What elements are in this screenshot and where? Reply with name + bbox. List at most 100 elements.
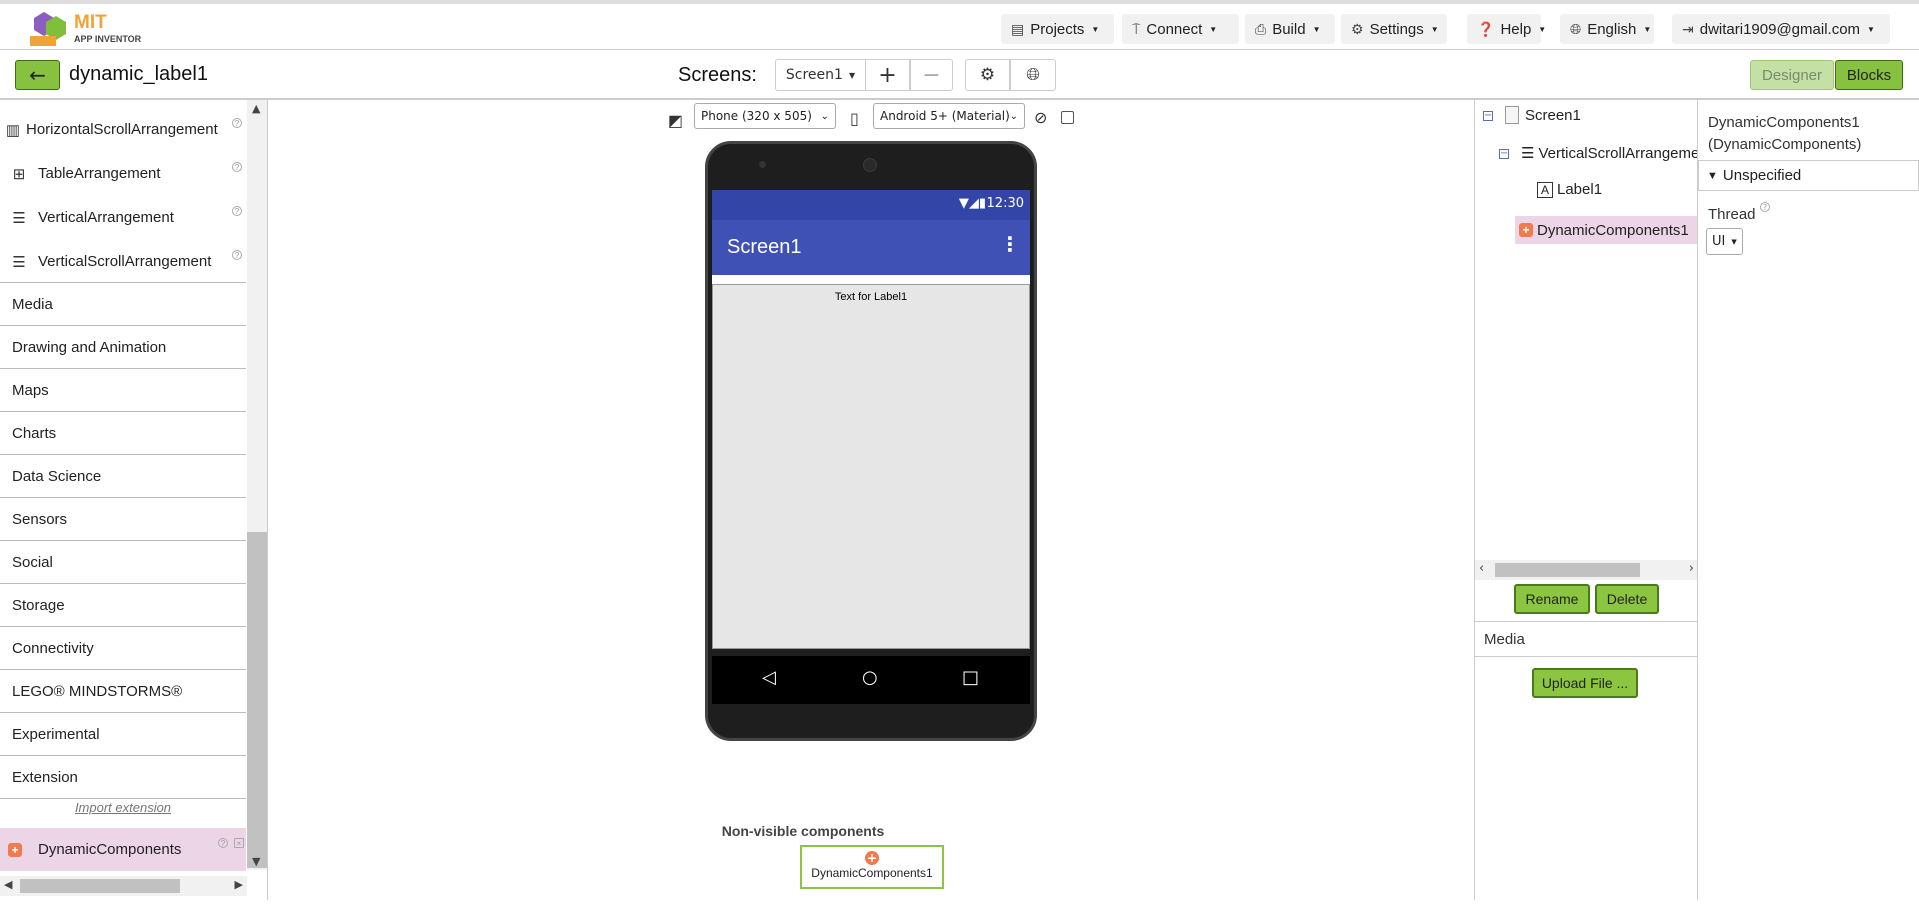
- property-group-unspecified[interactable]: ▼ Unspecified: [1698, 160, 1919, 191]
- category-social[interactable]: Social: [0, 541, 246, 584]
- theme-value: Android 5+ (Material): [880, 109, 1010, 123]
- help-icon[interactable]: ?: [1760, 202, 1770, 212]
- palette-vertical-scrollbar[interactable]: ▲ ▼: [247, 100, 267, 870]
- build-menu[interactable]: ⎙ Build ▼: [1245, 14, 1335, 44]
- thread-select[interactable]: UI ▼: [1706, 228, 1743, 255]
- horizontal-scroll-icon: ▥: [5, 121, 21, 139]
- hidden-components-icon: ⊘: [1034, 108, 1048, 127]
- category-sensors[interactable]: Sensors: [0, 498, 246, 541]
- language-label: English: [1587, 20, 1637, 38]
- scroll-down-icon[interactable]: ▼: [252, 855, 260, 868]
- scroll-left-icon[interactable]: ◀: [4, 878, 12, 891]
- settings-menu[interactable]: ⚙ Settings ▼: [1341, 14, 1447, 44]
- show-hidden-checkbox[interactable]: [1061, 111, 1074, 124]
- tree-node-vertical-scroll-arrangement1[interactable]: ☰ VerticalScrollArrangement1: [1521, 144, 1697, 163]
- account-menu[interactable]: ⇥ dwitari1909@gmail.com ▼: [1672, 14, 1890, 44]
- category-connectivity[interactable]: Connectivity: [0, 627, 246, 670]
- tree-node-label1[interactable]: A Label1: [1537, 181, 1602, 198]
- device-size-select[interactable]: Phone (320 x 505) ⌄: [694, 103, 836, 129]
- scrollbar-thumb[interactable]: [20, 879, 180, 893]
- category-experimental[interactable]: Experimental: [0, 713, 246, 756]
- help-icon[interactable]: ?: [232, 162, 242, 172]
- divider: [1475, 656, 1697, 657]
- publish-button[interactable]: 🌐︎: [1010, 59, 1056, 91]
- category-extension[interactable]: Extension: [0, 756, 246, 799]
- rename-button[interactable]: Rename: [1514, 584, 1590, 614]
- scroll-right-icon[interactable]: ▶: [235, 878, 243, 891]
- collapse-icon[interactable]: −: [1499, 149, 1509, 159]
- category-media[interactable]: Media: [0, 283, 246, 326]
- scroll-right-icon[interactable]: ›: [1689, 561, 1694, 576]
- tablet-size-icon: ◩: [668, 111, 684, 130]
- chevron-down-icon: ⌄: [820, 110, 829, 122]
- import-extension-link[interactable]: Import extension: [0, 800, 246, 815]
- nav-home-icon: ○: [862, 667, 878, 688]
- language-menu[interactable]: 🌐︎ English ▼: [1560, 14, 1654, 44]
- help-menu[interactable]: ❓ Help ▼: [1467, 14, 1546, 44]
- scroll-up-icon[interactable]: ▲: [252, 102, 260, 115]
- help-icon[interactable]: ?: [232, 118, 242, 128]
- category-lego-mindstorms[interactable]: LEGO® MINDSTORMS®: [0, 670, 246, 713]
- projects-label: Projects: [1030, 20, 1085, 38]
- device-size-value: Phone (320 x 505): [701, 109, 812, 123]
- palette-item-table-arrangement[interactable]: ⊞ TableArrangement ?: [0, 152, 246, 195]
- tree-horizontal-scrollbar[interactable]: ‹ ›: [1475, 560, 1697, 580]
- arrow-left-icon: ←: [29, 63, 46, 87]
- projects-menu[interactable]: ▤ Projects ▼: [1001, 14, 1114, 44]
- logo-text-main: MIT: [74, 12, 107, 33]
- top-bar: MIT APP INVENTOR ▤ Projects ▼ ⍑ Connect …: [0, 0, 1919, 50]
- settings-label: Settings: [1369, 20, 1424, 38]
- component-tree: − Screen1 − ☰ VerticalScrollArrangement1…: [1474, 100, 1698, 900]
- designer-button[interactable]: Designer: [1750, 60, 1834, 90]
- nonvisible-components-title: Non-visible components: [721, 823, 885, 839]
- chevron-down-icon: ▼: [1091, 24, 1100, 34]
- blocks-label: Blocks: [1846, 66, 1892, 84]
- connect-menu[interactable]: ⍑ Connect ▼: [1122, 14, 1239, 44]
- screens-label: Screens:: [678, 64, 757, 86]
- delete-button[interactable]: Delete: [1595, 584, 1659, 614]
- designer-label: Designer: [1761, 66, 1823, 84]
- tree-node-screen1[interactable]: Screen1: [1505, 106, 1581, 124]
- palette-item-horizontal-scroll-arrangement[interactable]: ▥ HorizontalScrollArrangement ?: [0, 108, 246, 151]
- category-data-science[interactable]: Data Science: [0, 455, 246, 498]
- blocks-button[interactable]: Blocks: [1835, 60, 1903, 90]
- category-drawing-animation[interactable]: Drawing and Animation: [0, 326, 246, 369]
- add-screen-button[interactable]: +: [865, 59, 910, 91]
- palette-horizontal-scrollbar[interactable]: ◀ ▶: [0, 876, 247, 896]
- collapse-icon[interactable]: −: [1483, 111, 1493, 121]
- screen-select[interactable]: Screen1 ▼: [775, 59, 865, 91]
- remove-screen-button[interactable]: −: [910, 59, 953, 91]
- back-button[interactable]: ←: [15, 60, 60, 90]
- globe-icon: 🌐︎: [1570, 20, 1582, 37]
- component-name: DynamicComponents1: [1708, 114, 1860, 131]
- palette-item-label: DynamicComponents: [38, 841, 182, 858]
- vertical-scroll-arrangement-preview[interactable]: Text for Label1: [712, 284, 1030, 649]
- upload-file-button[interactable]: Upload File ...: [1532, 668, 1638, 698]
- theme-select[interactable]: Android 5+ (Material) ⌄: [873, 103, 1025, 129]
- scroll-left-icon[interactable]: ‹: [1479, 561, 1484, 576]
- status-icons: ▼◢▮: [958, 196, 986, 211]
- properties-header: DynamicComponents1 (DynamicComponents): [1708, 112, 1861, 156]
- property-group-label: Unspecified: [1722, 167, 1802, 184]
- thread-property-label: Thread: [1708, 206, 1756, 223]
- help-icon[interactable]: ?: [218, 838, 228, 848]
- help-icon[interactable]: ?: [232, 206, 242, 216]
- scrollbar-thumb[interactable]: [1495, 563, 1640, 577]
- remove-extension-icon[interactable]: ×: [234, 838, 244, 848]
- palette-item-dynamic-components[interactable]: + DynamicComponents ? ×: [0, 828, 246, 871]
- tree-node-dynamic-components1[interactable]: + DynamicComponents1: [1515, 216, 1697, 244]
- project-properties-button[interactable]: ⚙: [965, 59, 1010, 91]
- palette-item-label: VerticalScrollArrangement: [38, 253, 212, 270]
- scrollbar-thumb[interactable]: [247, 532, 267, 868]
- nonvisible-dynamic-components[interactable]: + DynamicComponents1: [800, 845, 944, 889]
- category-maps[interactable]: Maps: [0, 369, 246, 412]
- category-charts[interactable]: Charts: [0, 412, 246, 455]
- palette-item-vertical-arrangement[interactable]: ☰ VerticalArrangement ?: [0, 196, 246, 239]
- help-icon[interactable]: ?: [232, 250, 242, 260]
- label1-preview[interactable]: Text for Label1: [713, 291, 1029, 303]
- chevron-down-icon: ▼: [1643, 24, 1652, 34]
- palette-item-vertical-scroll-arrangement[interactable]: ☰ VerticalScrollArrangement ?: [0, 240, 246, 283]
- category-storage[interactable]: Storage: [0, 584, 246, 627]
- app-logo[interactable]: MIT APP INVENTOR: [24, 10, 154, 48]
- screen-title: Screen1: [727, 236, 802, 258]
